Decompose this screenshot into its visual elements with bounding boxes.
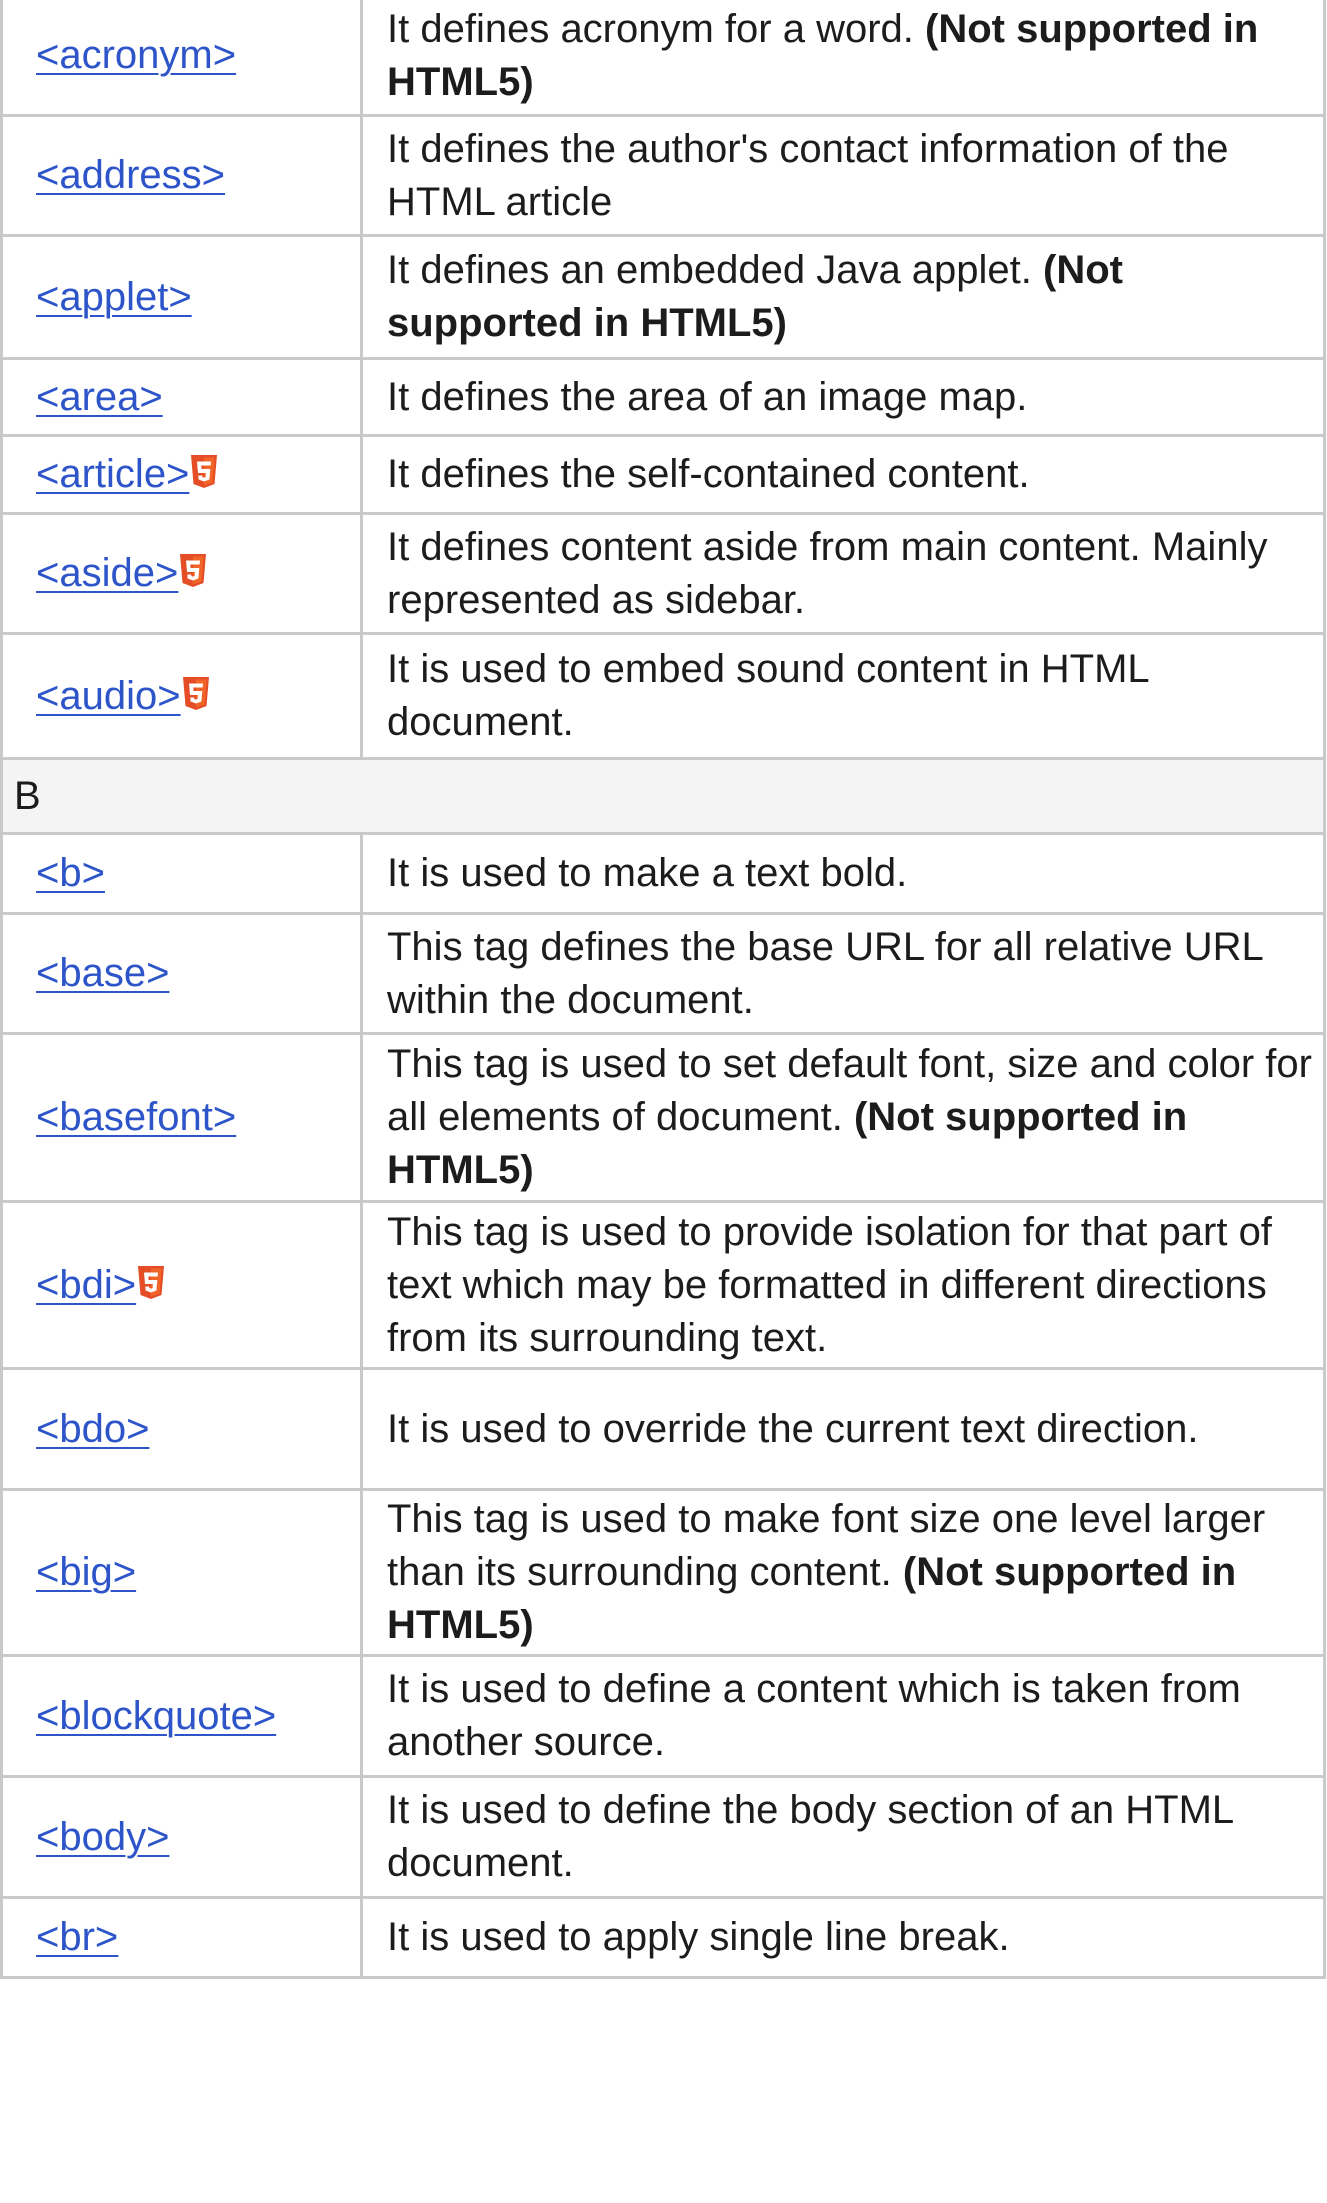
description-text: It defines the author's contact informat…: [387, 126, 1229, 224]
tag-link[interactable]: <audio>: [36, 674, 181, 718]
table-row: <article> It defines the self-contained c…: [0, 434, 1326, 515]
tag-cell: <address>: [0, 114, 363, 237]
tag-cell: <bdo>: [0, 1367, 363, 1491]
description-text: It defines acronym for a word.: [387, 6, 914, 51]
tag-cell: <body>: [0, 1775, 363, 1899]
document-page: <acronym> It defines acronym for a word. …: [0, 0, 1327, 2203]
tag-cell: <bdi>: [0, 1200, 363, 1370]
description-cell: It defines the self-contained content.: [360, 434, 1326, 515]
tag-link[interactable]: <area>: [36, 375, 163, 419]
tag-link[interactable]: <big>: [36, 1550, 136, 1594]
tag-cell: <blockquote>: [0, 1654, 363, 1778]
description-text: It defines the area of an image map.: [387, 374, 1028, 419]
description-text: It defines content aside from main conte…: [387, 524, 1268, 622]
description-text: This tag is used to provide isolation fo…: [387, 1209, 1272, 1360]
description-text: This tag defines the base URL for all re…: [387, 924, 1263, 1022]
description-cell: This tag defines the base URL for all re…: [360, 912, 1326, 1035]
description-cell: It is used to make a text bold.: [360, 832, 1326, 915]
tag-link[interactable]: <address>: [36, 153, 225, 197]
table-row: <audio> It is used to embed sound content…: [0, 632, 1326, 760]
tag-cell: <article>: [0, 434, 363, 515]
description-cell: This tag is used to set default font, si…: [360, 1032, 1326, 1203]
table-row: <bdo> It is used to override the current …: [0, 1367, 1326, 1491]
table-row: <area> It defines the area of an image ma…: [0, 357, 1326, 437]
table-row: <base> This tag defines the base URL for …: [0, 912, 1326, 1035]
description-text: It is used to define a content which is …: [387, 1667, 1241, 1764]
table-body: <acronym> It defines acronym for a word. …: [0, 0, 1326, 1979]
description-text: It is used to embed sound content in HTM…: [387, 647, 1149, 744]
tag-cell: <area>: [0, 357, 363, 437]
table-row: <br> It is used to apply single line brea…: [0, 1896, 1326, 1979]
table-row: <acronym> It defines acronym for a word. …: [0, 0, 1326, 117]
table-row: <bdi> This tag is used to provide isolati…: [0, 1200, 1326, 1370]
description-cell: It defines an embedded Java applet. (Not…: [360, 234, 1326, 360]
description-text: It is used to define the body section of…: [387, 1788, 1233, 1885]
table-row: <applet> It defines an embedded Java appl…: [0, 234, 1326, 360]
tag-link[interactable]: <blockquote>: [36, 1694, 276, 1738]
tag-link[interactable]: <acronym>: [36, 33, 236, 77]
table-row: <big> This tag is used to make font size …: [0, 1488, 1326, 1657]
tag-cell: <b>: [0, 832, 363, 915]
description-cell: It is used to apply single line break.: [360, 1896, 1326, 1979]
tag-cell: <applet>: [0, 234, 363, 360]
tag-link[interactable]: <bdo>: [36, 1407, 149, 1451]
description-cell: It is used to define a content which is …: [360, 1654, 1326, 1778]
html5-icon: [182, 676, 209, 710]
tag-link[interactable]: <base>: [36, 951, 169, 995]
description-cell: It defines the author's contact informat…: [360, 114, 1326, 237]
tag-link[interactable]: <b>: [36, 851, 105, 895]
tag-cell: <basefont>: [0, 1032, 363, 1203]
tag-link[interactable]: <br>: [36, 1915, 118, 1959]
tag-link[interactable]: <bdi>: [36, 1263, 136, 1307]
description-cell: This tag is used to make font size one l…: [360, 1488, 1326, 1657]
section-header-row: B: [0, 757, 1326, 835]
table-row: <blockquote> It is used to define a conte…: [0, 1654, 1326, 1778]
table-row: <b> It is used to make a text bold.: [0, 832, 1326, 915]
description-text: It defines an embedded Java applet.: [387, 248, 1032, 292]
description-text: It is used to make a text bold.: [387, 851, 908, 895]
description-cell: It defines acronym for a word. (Not supp…: [360, 0, 1326, 117]
description-text: It is used to apply single line break.: [387, 1915, 1010, 1959]
tag-link[interactable]: <body>: [36, 1815, 169, 1859]
tag-link[interactable]: <applet>: [36, 275, 192, 319]
description-text: It defines the self-contained content.: [387, 452, 1030, 496]
tag-link[interactable]: <article>: [36, 452, 189, 496]
table-row: <address> It defines the author's contact…: [0, 114, 1326, 237]
tag-link[interactable]: <aside>: [36, 551, 178, 595]
tag-cell: <big>: [0, 1488, 363, 1657]
description-cell: It is used to override the current text …: [360, 1367, 1326, 1491]
tag-cell: <aside>: [0, 512, 363, 635]
tag-cell: <base>: [0, 912, 363, 1035]
description-text: It is used to override the current text …: [387, 1406, 1199, 1451]
tag-link[interactable]: <basefont>: [36, 1095, 236, 1139]
html-tags-table: <acronym> It defines acronym for a word. …: [0, 0, 1326, 1979]
html5-icon: [138, 1265, 165, 1299]
tag-cell: <br>: [0, 1896, 363, 1979]
description-cell: It defines the area of an image map.: [360, 357, 1326, 437]
tag-cell: <acronym>: [0, 0, 363, 117]
section-letter: B: [0, 757, 1326, 835]
description-cell: This tag is used to provide isolation fo…: [360, 1200, 1326, 1370]
html5-icon: [180, 554, 207, 587]
table-row: <basefont> This tag is used to set defaul…: [0, 1032, 1326, 1203]
description-cell: It defines content aside from main conte…: [360, 512, 1326, 635]
description-cell: It is used to define the body section of…: [360, 1775, 1326, 1899]
tag-cell: <audio>: [0, 632, 363, 760]
table-row: <aside> It defines content aside from mai…: [0, 512, 1326, 635]
html5-icon: [191, 455, 218, 488]
table-row: <body> It is used to define the body sect…: [0, 1775, 1326, 1899]
description-cell: It is used to embed sound content in HTM…: [360, 632, 1326, 760]
